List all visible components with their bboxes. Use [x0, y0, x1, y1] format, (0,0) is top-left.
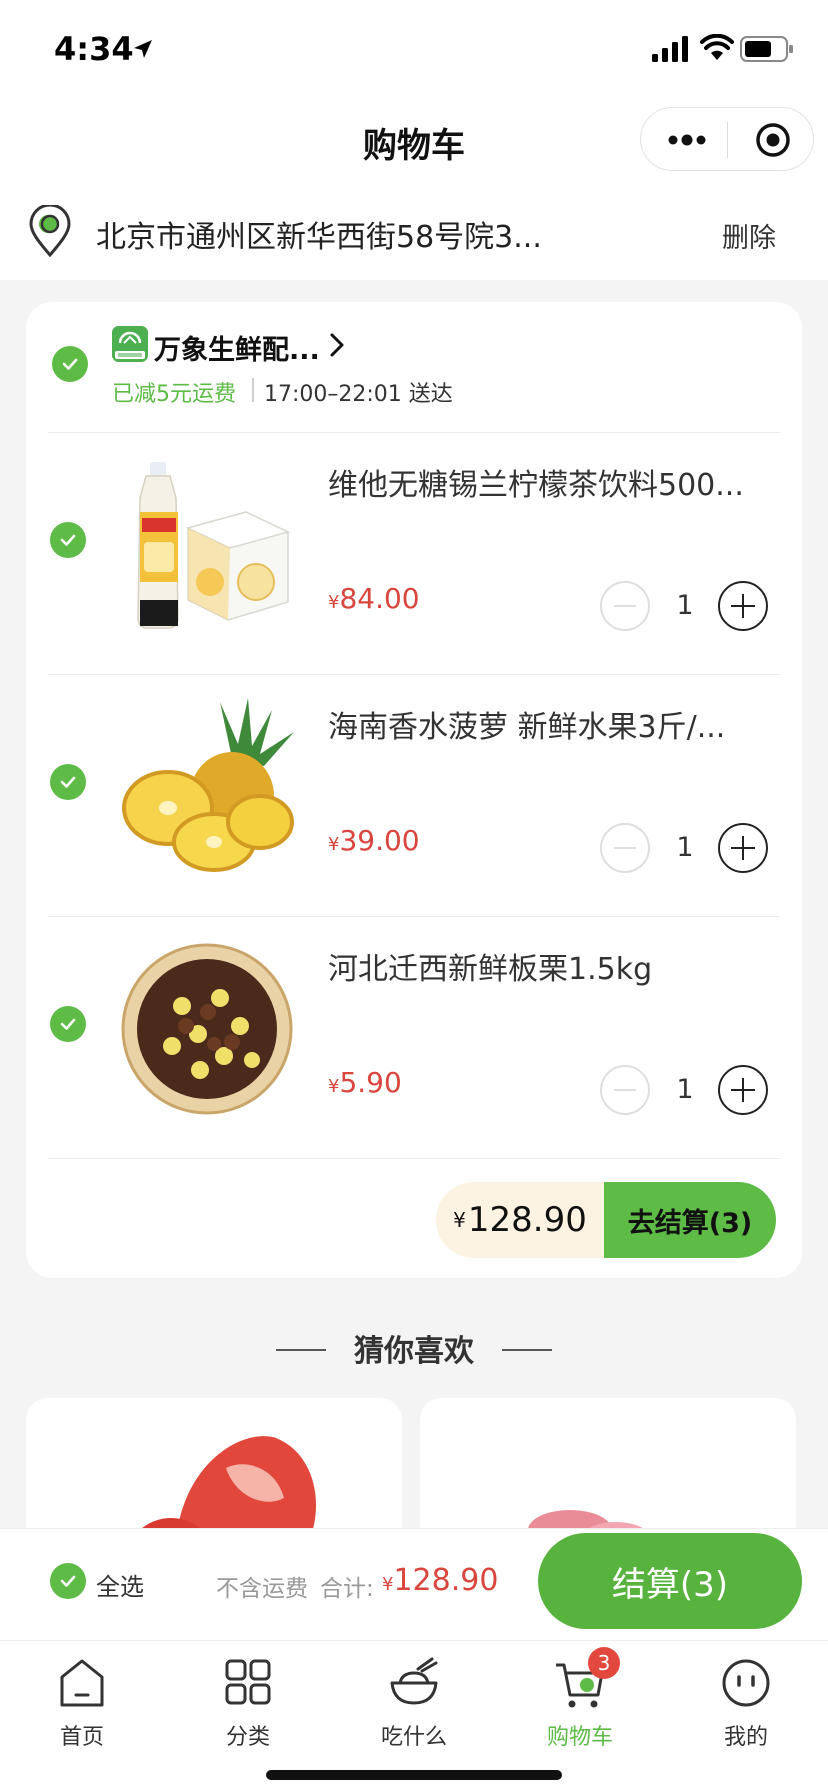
- delivery-window: 17:00–22:01 送达: [264, 382, 453, 407]
- chevron-right-icon[interactable]: [328, 332, 346, 358]
- item-quantity[interactable]: 1: [670, 832, 700, 863]
- total-amount-value: 128.90: [393, 1563, 499, 1598]
- increase-quantity-button[interactable]: [718, 1065, 768, 1115]
- item-name[interactable]: 海南香水菠萝 新鲜水果3斤/...: [328, 702, 788, 746]
- shop-select-checkbox[interactable]: [52, 346, 88, 382]
- chestnut-product-image[interactable]: [112, 934, 302, 1124]
- item-name[interactable]: 维他无糖锡兰柠檬茶饮料500...: [328, 460, 788, 504]
- currency-symbol: ¥: [328, 1076, 340, 1097]
- decrease-quantity-button[interactable]: [600, 581, 650, 631]
- status-bar: 4:34: [0, 0, 828, 100]
- capsule-divider: [727, 122, 728, 158]
- pineapple-product-image[interactable]: [112, 692, 302, 882]
- tab-category[interactable]: 分类: [188, 1655, 308, 1755]
- item-select-checkbox[interactable]: [50, 764, 86, 800]
- shop-logo-icon: [112, 326, 148, 362]
- check-icon: [60, 1575, 76, 1587]
- grid-icon: [225, 1659, 271, 1705]
- miniprogram-capsule: [640, 107, 814, 171]
- bowl-icon: [390, 1657, 438, 1705]
- currency-symbol: ¥: [382, 1574, 394, 1595]
- shipping-excluded-note: 不含运费: [216, 1576, 308, 1602]
- shop-checkout-pill: ¥128.90 去结算(3): [436, 1182, 776, 1258]
- cart-item: 河北迁西新鲜板栗1.5kg ¥5.90 1: [26, 916, 802, 1156]
- cart-badge: 3: [588, 1647, 620, 1679]
- select-all-label[interactable]: 全选: [96, 1567, 144, 1602]
- profile-icon: [722, 1659, 770, 1707]
- item-name[interactable]: 河北迁西新鲜板栗1.5kg: [328, 944, 788, 988]
- total-amount: ¥128.90: [382, 1563, 498, 1598]
- cart-item: 维他无糖锡兰柠檬茶饮料500... ¥84.00 1: [26, 432, 802, 672]
- close-miniprogram-icon[interactable]: [755, 122, 791, 158]
- location-pin-icon: [29, 205, 71, 257]
- item-select-checkbox[interactable]: [50, 1006, 86, 1042]
- tab-label: 吃什么: [380, 1725, 447, 1750]
- wifi-icon: [700, 34, 734, 60]
- home-icon: [60, 1659, 104, 1707]
- item-price: ¥84.00: [328, 582, 420, 615]
- tab-label: 我的: [723, 1725, 768, 1750]
- total-label: 合计:: [320, 1576, 374, 1602]
- status-time: 4:34: [54, 30, 134, 68]
- location-arrow-icon: [134, 40, 152, 58]
- delete-button[interactable]: 删除: [722, 216, 776, 255]
- tab-label: 首页: [59, 1725, 104, 1750]
- currency-symbol: ¥: [328, 592, 340, 613]
- tab-label: 购物车: [546, 1725, 613, 1750]
- promo-divider: [252, 378, 254, 402]
- section-line-right: [502, 1349, 552, 1351]
- item-quantity[interactable]: 1: [670, 590, 700, 621]
- currency-symbol: ¥: [328, 834, 340, 855]
- decrease-quantity-button[interactable]: [600, 1065, 650, 1115]
- tab-label: 分类: [225, 1725, 270, 1750]
- tab-cart[interactable]: 3 购物车: [520, 1647, 640, 1755]
- increase-quantity-button[interactable]: [718, 581, 768, 631]
- recommend-title: 猜你喜欢: [354, 1334, 474, 1369]
- shipping-discount-tag: 已减5元运费: [112, 382, 236, 407]
- divider: [48, 1158, 780, 1159]
- delivery-address[interactable]: 北京市通州区新华西街58号院3...: [96, 212, 542, 256]
- tab-what-to-eat[interactable]: 吃什么: [354, 1655, 474, 1755]
- cart-card: 万象生鲜配... 已减5元运费 17:00–22:01 送达 维他无糖锡兰柠檬茶…: [26, 302, 802, 1278]
- shop-name[interactable]: 万象生鲜配...: [154, 328, 320, 367]
- tab-home[interactable]: 首页: [22, 1655, 142, 1755]
- shop-logo: [112, 326, 148, 362]
- increase-quantity-button[interactable]: [718, 823, 768, 873]
- item-price: ¥39.00: [328, 824, 420, 857]
- checkout-button[interactable]: 结算(3): [538, 1533, 802, 1629]
- more-icon[interactable]: [667, 128, 707, 152]
- item-select-checkbox[interactable]: [50, 522, 86, 558]
- lemon-tea-product-image[interactable]: [112, 450, 302, 640]
- item-quantity[interactable]: 1: [670, 1074, 700, 1105]
- home-indicator: [266, 1770, 562, 1780]
- currency-symbol: ¥: [453, 1208, 466, 1232]
- checkout-bar: 全选 不含运费 合计: ¥128.90 结算(3): [0, 1528, 828, 1640]
- item-price-value: 84.00: [339, 582, 420, 615]
- shop-checkout-button[interactable]: 去结算(3): [604, 1182, 776, 1258]
- item-price-value: 5.90: [339, 1066, 402, 1099]
- item-price: ¥5.90: [328, 1066, 402, 1099]
- check-icon: [60, 1018, 76, 1030]
- cellular-signal-icon: [652, 36, 688, 62]
- item-price-value: 39.00: [339, 824, 420, 857]
- cart-item: 海南香水菠萝 新鲜水果3斤/... ¥39.00 1: [26, 674, 802, 914]
- shop-total-value: 128.90: [467, 1200, 587, 1240]
- check-icon: [60, 534, 76, 546]
- check-icon: [60, 776, 76, 788]
- battery-icon: [740, 36, 793, 62]
- select-all-checkbox[interactable]: [50, 1563, 86, 1599]
- decrease-quantity-button[interactable]: [600, 823, 650, 873]
- tab-profile[interactable]: 我的: [686, 1655, 806, 1755]
- shop-total: ¥128.90: [436, 1182, 604, 1258]
- check-icon: [62, 358, 78, 370]
